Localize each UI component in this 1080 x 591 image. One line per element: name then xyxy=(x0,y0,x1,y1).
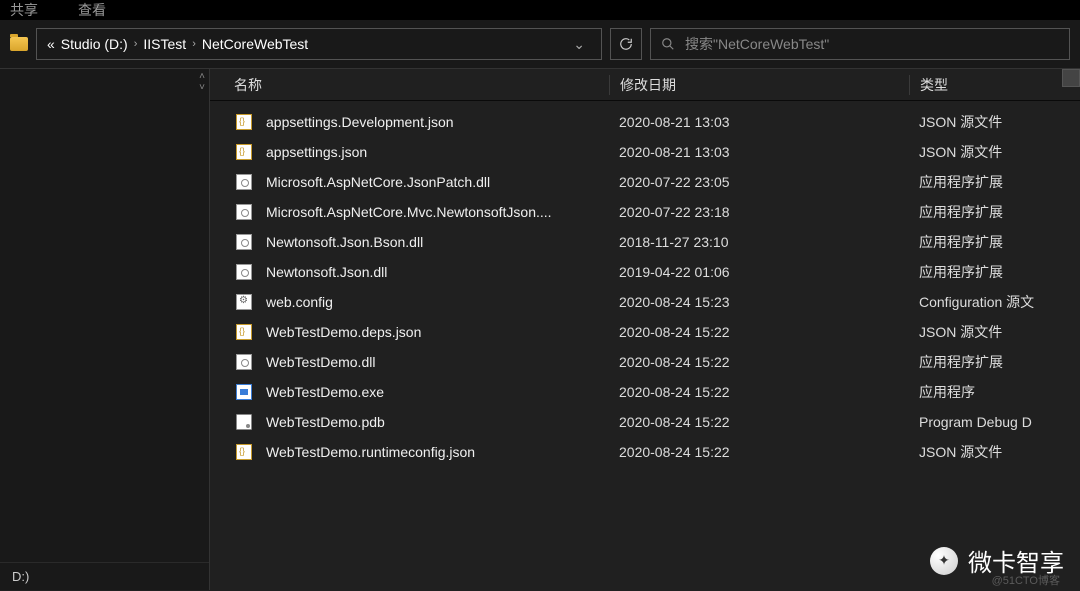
search-input[interactable] xyxy=(685,36,1059,52)
menu-share[interactable]: 共享 xyxy=(10,0,38,20)
file-icon xyxy=(234,412,254,432)
file-name: WebTestDemo.exe xyxy=(266,384,609,400)
file-row[interactable]: appsettings.Development.json2020-08-21 1… xyxy=(210,107,1080,137)
file-type: 应用程序 xyxy=(909,382,1080,402)
refresh-icon xyxy=(619,37,633,51)
file-row[interactable]: WebTestDemo.exe2020-08-24 15:22应用程序 xyxy=(210,377,1080,407)
chevron-right-icon: › xyxy=(192,38,196,50)
file-icon xyxy=(234,172,254,192)
file-type: Configuration 源文 xyxy=(909,292,1080,312)
file-date: 2020-08-24 15:22 xyxy=(609,414,909,430)
file-icon xyxy=(234,262,254,282)
breadcrumb[interactable]: « Studio (D:) › IISTest › NetCoreWebTest… xyxy=(36,28,602,60)
file-type: 应用程序扩展 xyxy=(909,352,1080,372)
file-date: 2020-08-21 13:03 xyxy=(609,144,909,160)
history-dropdown-icon[interactable]: ⌄ xyxy=(567,36,591,53)
nav-scroll-down-icon[interactable]: ˅ xyxy=(199,82,205,93)
file-name: WebTestDemo.deps.json xyxy=(266,324,609,340)
file-name: Newtonsoft.Json.Bson.dll xyxy=(266,234,609,250)
file-row[interactable]: WebTestDemo.runtimeconfig.json2020-08-24… xyxy=(210,437,1080,467)
file-date: 2020-07-22 23:18 xyxy=(609,204,909,220)
watermark-credit: @51CTO博客 xyxy=(992,572,1060,588)
file-date: 2020-08-24 15:22 xyxy=(609,444,909,460)
search-box[interactable] xyxy=(650,28,1070,60)
file-icon xyxy=(234,382,254,402)
scrollbar-corner xyxy=(1062,69,1080,87)
wechat-icon: ✦ xyxy=(930,547,958,575)
file-date: 2020-08-24 15:22 xyxy=(609,354,909,370)
file-row[interactable]: appsettings.json2020-08-21 13:03JSON 源文件 xyxy=(210,137,1080,167)
breadcrumb-item[interactable]: NetCoreWebTest xyxy=(202,36,308,52)
file-type: JSON 源文件 xyxy=(909,112,1080,132)
file-date: 2020-08-21 13:03 xyxy=(609,114,909,130)
file-date: 2020-08-24 15:22 xyxy=(609,324,909,340)
file-name: WebTestDemo.dll xyxy=(266,354,609,370)
column-name[interactable]: 名称 xyxy=(234,75,609,95)
file-name: appsettings.Development.json xyxy=(266,114,609,130)
breadcrumb-item[interactable]: Studio (D:) xyxy=(61,36,128,52)
breadcrumb-item[interactable]: IISTest xyxy=(143,36,186,52)
file-icon xyxy=(234,442,254,462)
file-type: JSON 源文件 xyxy=(909,442,1080,462)
file-name: Microsoft.AspNetCore.JsonPatch.dll xyxy=(266,174,609,190)
refresh-button[interactable] xyxy=(610,28,642,60)
file-icon xyxy=(234,352,254,372)
file-row[interactable]: Microsoft.AspNetCore.Mvc.NewtonsoftJson.… xyxy=(210,197,1080,227)
file-row[interactable]: web.config2020-08-24 15:23Configuration … xyxy=(210,287,1080,317)
column-date[interactable]: 修改日期 xyxy=(609,75,909,95)
search-icon xyxy=(661,37,675,51)
file-icon xyxy=(234,232,254,252)
nav-scroll-up-icon[interactable]: ˄ xyxy=(199,71,205,82)
file-row[interactable]: Newtonsoft.Json.Bson.dll2018-11-27 23:10… xyxy=(210,227,1080,257)
address-bar: « Studio (D:) › IISTest › NetCoreWebTest… xyxy=(0,20,1080,69)
file-type: JSON 源文件 xyxy=(909,142,1080,162)
file-type: JSON 源文件 xyxy=(909,322,1080,342)
file-name: appsettings.json xyxy=(266,144,609,160)
column-headers: 名称 修改日期 类型 xyxy=(210,69,1080,101)
column-type[interactable]: 类型 xyxy=(909,75,1080,95)
file-type: 应用程序扩展 xyxy=(909,262,1080,282)
file-name: WebTestDemo.pdb xyxy=(266,414,609,430)
file-icon xyxy=(234,292,254,312)
file-list-pane: 名称 修改日期 类型 appsettings.Development.json2… xyxy=(210,69,1080,590)
file-name: web.config xyxy=(266,294,609,310)
menu-bar: 共享 查看 xyxy=(0,0,1080,20)
file-type: Program Debug D xyxy=(909,414,1080,430)
file-row[interactable]: WebTestDemo.pdb2020-08-24 15:22Program D… xyxy=(210,407,1080,437)
chevron-right-icon: › xyxy=(134,38,138,50)
breadcrumb-ellipsis[interactable]: « xyxy=(47,36,55,52)
menu-view[interactable]: 查看 xyxy=(78,0,106,20)
file-icon xyxy=(234,202,254,222)
file-date: 2019-04-22 01:06 xyxy=(609,264,909,280)
file-name: Newtonsoft.Json.dll xyxy=(266,264,609,280)
nav-pane[interactable]: ˄ ˅ D:) xyxy=(0,69,210,590)
file-date: 2018-11-27 23:10 xyxy=(609,234,909,250)
file-name: WebTestDemo.runtimeconfig.json xyxy=(266,444,609,460)
file-row[interactable]: WebTestDemo.deps.json2020-08-24 15:22JSO… xyxy=(210,317,1080,347)
folder-icon xyxy=(10,37,28,51)
file-row[interactable]: Newtonsoft.Json.dll2019-04-22 01:06应用程序扩… xyxy=(210,257,1080,287)
file-icon xyxy=(234,112,254,132)
file-icon xyxy=(234,142,254,162)
file-icon xyxy=(234,322,254,342)
file-date: 2020-08-24 15:22 xyxy=(609,384,909,400)
file-type: 应用程序扩展 xyxy=(909,172,1080,192)
file-row[interactable]: WebTestDemo.dll2020-08-24 15:22应用程序扩展 xyxy=(210,347,1080,377)
file-type: 应用程序扩展 xyxy=(909,232,1080,252)
file-name: Microsoft.AspNetCore.Mvc.NewtonsoftJson.… xyxy=(266,204,609,220)
file-date: 2020-08-24 15:23 xyxy=(609,294,909,310)
file-row[interactable]: Microsoft.AspNetCore.JsonPatch.dll2020-0… xyxy=(210,167,1080,197)
file-date: 2020-07-22 23:05 xyxy=(609,174,909,190)
file-type: 应用程序扩展 xyxy=(909,202,1080,222)
nav-drive-item[interactable]: D:) xyxy=(0,562,209,590)
